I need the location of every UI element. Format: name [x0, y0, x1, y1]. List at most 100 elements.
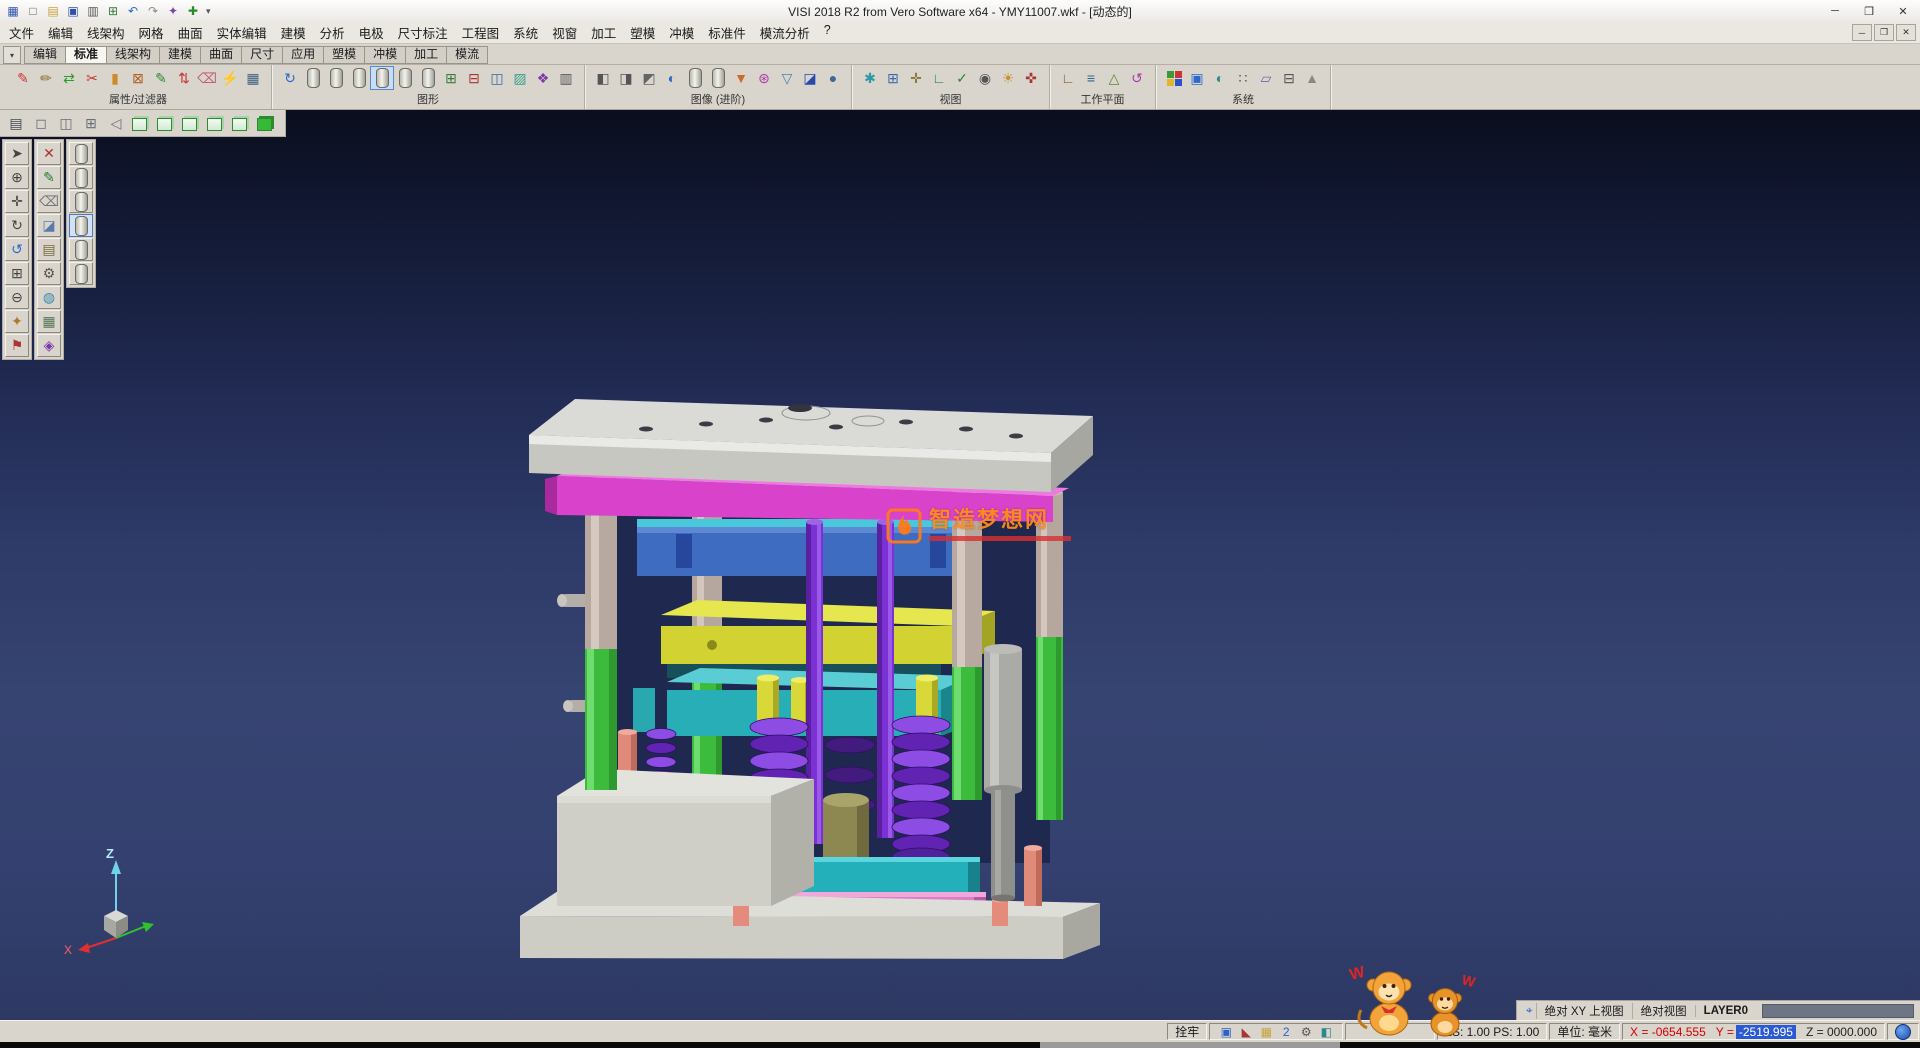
- edit-entity-icon[interactable]: ✎: [37, 166, 61, 189]
- filter-lines-icon[interactable]: [69, 166, 93, 189]
- menu-item-3[interactable]: 线架构: [80, 20, 132, 45]
- regenerate-icon[interactable]: ↻: [279, 67, 301, 89]
- eraser-icon[interactable]: ⌫: [196, 67, 218, 89]
- render-sphere-icon[interactable]: ●: [822, 67, 844, 89]
- menu-item-4[interactable]: 网格: [132, 20, 171, 45]
- menu-item-17[interactable]: 标准件: [701, 20, 753, 45]
- mesh-tool-icon[interactable]: ▦: [37, 310, 61, 333]
- menu-item-19[interactable]: ?: [817, 20, 838, 45]
- mdi-close-button[interactable]: ✕: [1896, 24, 1916, 41]
- menu-item-1[interactable]: 文件: [2, 20, 41, 45]
- menu-item-6[interactable]: 实体编辑: [210, 20, 274, 45]
- point-grid-icon[interactable]: ∷: [1232, 67, 1254, 89]
- mdi-minimize-button[interactable]: ─: [1852, 24, 1872, 41]
- tab-4[interactable]: 建模: [159, 46, 200, 64]
- maximize-button[interactable]: ❒: [1852, 1, 1886, 22]
- filter-cut-icon[interactable]: ✂: [81, 67, 103, 89]
- zoom-in-icon[interactable]: ⊕: [5, 166, 29, 189]
- undo-icon[interactable]: ↶: [124, 3, 142, 20]
- help-2-icon[interactable]: 2: [1277, 1024, 1295, 1040]
- angle-measure-icon[interactable]: ∟: [928, 67, 950, 89]
- menu-item-5[interactable]: 曲面: [171, 20, 210, 45]
- view-search-icon[interactable]: ⌖: [1523, 1003, 1536, 1018]
- status-units[interactable]: 单位: 毫米: [1549, 1023, 1620, 1040]
- calculator-icon[interactable]: ⊟: [1278, 67, 1300, 89]
- color-settings-icon[interactable]: [1163, 67, 1185, 89]
- menu-item-10[interactable]: 尺寸标注: [391, 20, 455, 45]
- snap-toggle-icon[interactable]: ▣: [1217, 1024, 1235, 1040]
- refresh-view-icon[interactable]: ✦: [5, 310, 29, 333]
- attribute-brush-icon[interactable]: ✏: [35, 67, 57, 89]
- layer-cylinder-4-icon[interactable]: [371, 67, 393, 89]
- sheet-tool-icon[interactable]: ▤: [37, 238, 61, 261]
- previous-view-icon[interactable]: ◁: [105, 112, 127, 134]
- ortho-toggle-icon[interactable]: ◣: [1237, 1024, 1255, 1040]
- zoom-out-icon[interactable]: ⊖: [5, 286, 29, 309]
- eject-icon[interactable]: ▲: [1301, 67, 1323, 89]
- plane-display-icon[interactable]: ▱: [1255, 67, 1277, 89]
- view-mode-label[interactable]: 绝对视图: [1632, 1003, 1695, 1019]
- layer-cylinder-1-icon[interactable]: [302, 67, 324, 89]
- light-icon[interactable]: ☀: [997, 67, 1019, 89]
- filter-all-icon[interactable]: [69, 262, 93, 285]
- menu-item-15[interactable]: 塑模: [623, 20, 662, 45]
- iso-view-icon[interactable]: [130, 112, 152, 134]
- redo-icon[interactable]: ↷: [144, 3, 162, 20]
- menu-item-2[interactable]: 编辑: [41, 20, 80, 45]
- drop-arrow-icon[interactable]: ▼: [730, 67, 752, 89]
- menu-item-14[interactable]: 加工: [584, 20, 623, 45]
- wireframe-mode-icon[interactable]: ◨: [615, 67, 637, 89]
- filter-box-icon[interactable]: ⊠: [127, 67, 149, 89]
- menu-item-7[interactable]: 建模: [274, 20, 313, 45]
- draw-pen-icon[interactable]: ✎: [150, 67, 172, 89]
- tab-8[interactable]: 塑模: [323, 46, 364, 64]
- filter-surfaces-icon[interactable]: [69, 190, 93, 213]
- diamond-tool-icon[interactable]: ◈: [37, 334, 61, 357]
- delete-icon[interactable]: ✕: [37, 142, 61, 165]
- close-button[interactable]: ✕: [1886, 1, 1920, 22]
- capture-icon[interactable]: ✦: [164, 3, 182, 20]
- menu-item-8[interactable]: 分析: [313, 20, 352, 45]
- tab-2[interactable]: 标准: [65, 46, 106, 64]
- app-logo-icon[interactable]: ▦: [4, 3, 22, 20]
- top-view-icon[interactable]: [180, 112, 202, 134]
- dynamic-rotate-icon[interactable]: ◐: [661, 67, 683, 89]
- quad-viewport-icon[interactable]: ⊞: [80, 112, 102, 134]
- mdi-restore-button[interactable]: ❐: [1874, 24, 1894, 41]
- save-icon[interactable]: ▣: [64, 3, 82, 20]
- workplane-align-icon[interactable]: ≡: [1080, 67, 1102, 89]
- flash-filter-icon[interactable]: ⚡: [219, 67, 241, 89]
- plot-icon[interactable]: ⊞: [104, 3, 122, 20]
- stats-icon[interactable]: ▥: [555, 67, 577, 89]
- tab-11[interactable]: 模流: [446, 46, 488, 64]
- eye-view-icon[interactable]: ◉: [974, 67, 996, 89]
- erase-entity-icon[interactable]: ⌫: [37, 190, 61, 213]
- menu-item-12[interactable]: 系统: [506, 20, 545, 45]
- open-file-icon[interactable]: ▤: [44, 3, 62, 20]
- select-arrow-icon[interactable]: ➤: [5, 142, 29, 165]
- match-properties-icon[interactable]: ⇄: [58, 67, 80, 89]
- single-viewport-icon[interactable]: ◻: [30, 112, 52, 134]
- tab-5[interactable]: 曲面: [200, 46, 241, 64]
- menu-item-13[interactable]: 视窗: [545, 20, 584, 45]
- shaded-view-icon[interactable]: [255, 112, 277, 134]
- funnel-icon[interactable]: ▽: [776, 67, 798, 89]
- edit-attributes-icon[interactable]: ✎: [12, 67, 34, 89]
- swap-filter-icon[interactable]: ⇅: [173, 67, 195, 89]
- status-lock-toggle[interactable]: 拴牢: [1167, 1023, 1207, 1040]
- pan-view-icon[interactable]: ✛: [5, 190, 29, 213]
- minimize-button[interactable]: ─: [1818, 1, 1852, 22]
- tab-1[interactable]: 编辑: [24, 46, 65, 64]
- validate-icon[interactable]: ✓: [951, 67, 973, 89]
- tab-7[interactable]: 应用: [282, 46, 323, 64]
- filter-points-icon[interactable]: [69, 142, 93, 165]
- layer-list-icon[interactable]: ▤: [5, 112, 27, 134]
- current-view-label[interactable]: 绝对 XY 上视图: [1536, 1003, 1632, 1019]
- face-tool-icon[interactable]: ◪: [37, 214, 61, 237]
- layer-cylinder-3-icon[interactable]: [348, 67, 370, 89]
- tab-dropdown-icon[interactable]: ▾: [3, 46, 21, 64]
- paint-icon[interactable]: ❖: [532, 67, 554, 89]
- filter-solids-icon[interactable]: [69, 214, 93, 237]
- overlay-icon[interactable]: ◫: [486, 67, 508, 89]
- filter-cylinder-icon[interactable]: ▮: [104, 67, 126, 89]
